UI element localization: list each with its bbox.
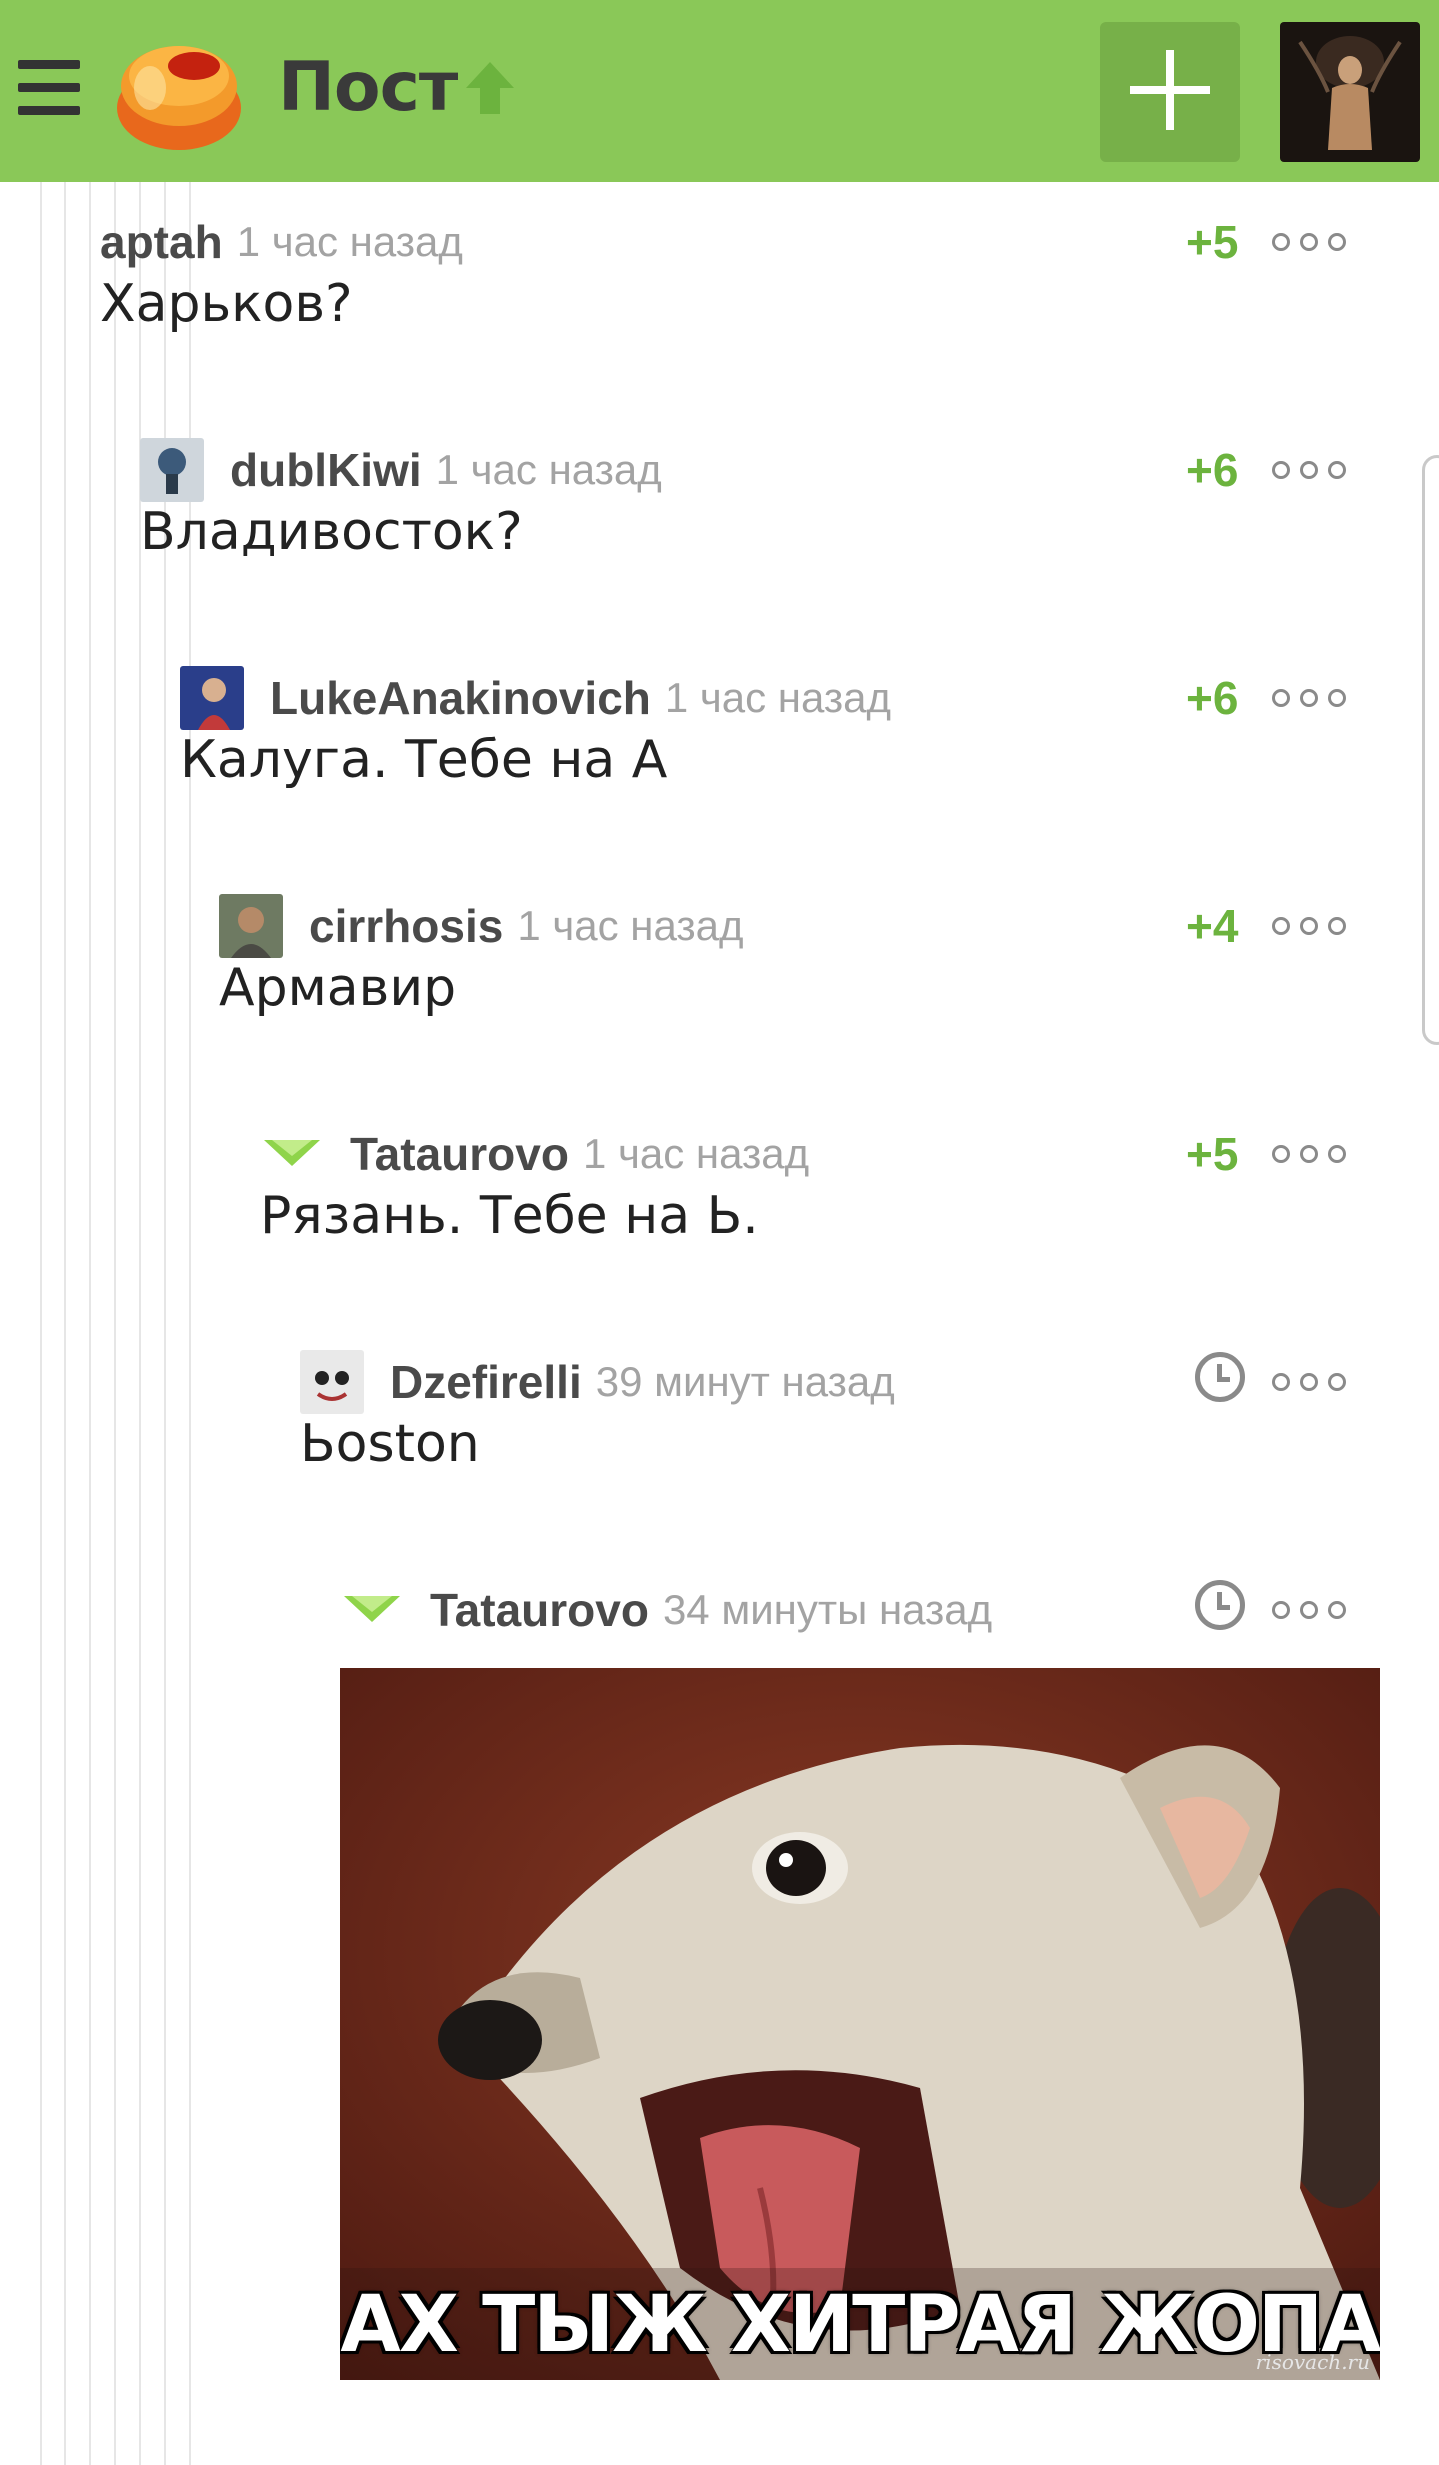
comment-header: Tataurovo 1 час назад	[260, 1124, 809, 1184]
thread-line	[64, 182, 66, 2465]
comment-time: 1 час назад	[664, 674, 892, 721]
comment-rating[interactable]: +5	[1186, 1124, 1238, 1184]
comment-rating[interactable]: +6	[1186, 440, 1238, 500]
comment-username[interactable]: Tataurovo	[350, 1127, 569, 1181]
avatar-default-icon[interactable]	[260, 1122, 324, 1186]
comment-username[interactable]: dublKiwi	[230, 443, 422, 497]
comment-header: Dzefirelli 39 минут назад	[300, 1350, 895, 1414]
more-options-icon[interactable]	[1270, 1595, 1350, 1625]
more-options-icon[interactable]	[1270, 683, 1350, 713]
pikabu-logo[interactable]	[110, 30, 248, 154]
comment-text: Владивосток?	[140, 502, 523, 562]
avatar[interactable]	[300, 1350, 364, 1414]
comment-text: Ьoston	[300, 1414, 480, 1474]
comment-text: Харьков?	[100, 274, 353, 334]
more-options-icon[interactable]	[1270, 455, 1350, 485]
comment-header: aptah 1 час назад	[100, 212, 463, 272]
comment-time: 39 минут назад	[595, 1358, 895, 1405]
meme-caption: АХ ТЫЖ ХИТРАЯ ЖОПА	[340, 2280, 1380, 2370]
comment-username[interactable]: Tataurovo	[430, 1583, 649, 1637]
arrow-up-icon[interactable]	[460, 58, 520, 118]
hamburger-menu-icon[interactable]	[18, 60, 80, 116]
comment-text: Армавир	[219, 958, 457, 1018]
clock-icon[interactable]	[1195, 1580, 1245, 1630]
comment-header: Tataurovo 34 минуты назад	[340, 1580, 992, 1640]
avatar[interactable]	[180, 666, 244, 730]
comment-rating[interactable]: +6	[1186, 668, 1238, 728]
avatar[interactable]	[219, 894, 283, 958]
app-header: Пост	[0, 0, 1439, 182]
thread-line	[114, 182, 116, 2465]
comment-time: 1 час назад	[236, 218, 463, 265]
more-options-icon[interactable]	[1270, 1139, 1350, 1169]
comment-text: Калуга. Тебе на А	[180, 730, 668, 790]
comment-image[interactable]: АХ ТЫЖ ХИТРАЯ ЖОПА risovach.ru	[340, 1668, 1380, 2380]
thread-line	[89, 182, 91, 2465]
comment-text: Рязань. Тебе на Ь.	[260, 1186, 759, 1246]
dog-meme-image	[340, 1668, 1380, 2380]
comment-header: LukeAnakinovich 1 час назад	[180, 666, 892, 730]
clock-icon[interactable]	[1195, 1352, 1245, 1402]
avatar[interactable]	[140, 438, 204, 502]
comment-header: cirrhosis 1 час назад	[219, 894, 744, 958]
comment-time: 1 час назад	[582, 1130, 810, 1177]
add-post-button[interactable]	[1100, 22, 1240, 162]
comment-header: dublKiwi 1 час назад	[140, 438, 662, 502]
comment-username[interactable]: Dzefirelli	[390, 1355, 582, 1409]
scroll-handle[interactable]	[1422, 455, 1439, 1045]
comment-username[interactable]: aptah	[100, 215, 223, 269]
comment-username[interactable]: LukeAnakinovich	[270, 671, 651, 725]
meme-watermark: risovach.ru	[1255, 2350, 1370, 2374]
comment-username[interactable]: cirrhosis	[309, 899, 503, 953]
comment-time: 1 час назад	[435, 446, 662, 493]
more-options-icon[interactable]	[1270, 227, 1350, 257]
more-options-icon[interactable]	[1270, 911, 1350, 941]
comment-rating[interactable]: +4	[1186, 896, 1238, 956]
more-options-icon[interactable]	[1270, 1367, 1350, 1397]
page-title: Пост	[278, 48, 458, 127]
thread-line	[40, 182, 42, 2465]
comment-time: 34 минуты назад	[662, 1586, 993, 1633]
comment-rating[interactable]: +5	[1186, 212, 1238, 272]
user-avatar[interactable]	[1280, 22, 1420, 162]
avatar-default-icon[interactable]	[340, 1578, 404, 1642]
comment-time: 1 час назад	[517, 902, 744, 949]
